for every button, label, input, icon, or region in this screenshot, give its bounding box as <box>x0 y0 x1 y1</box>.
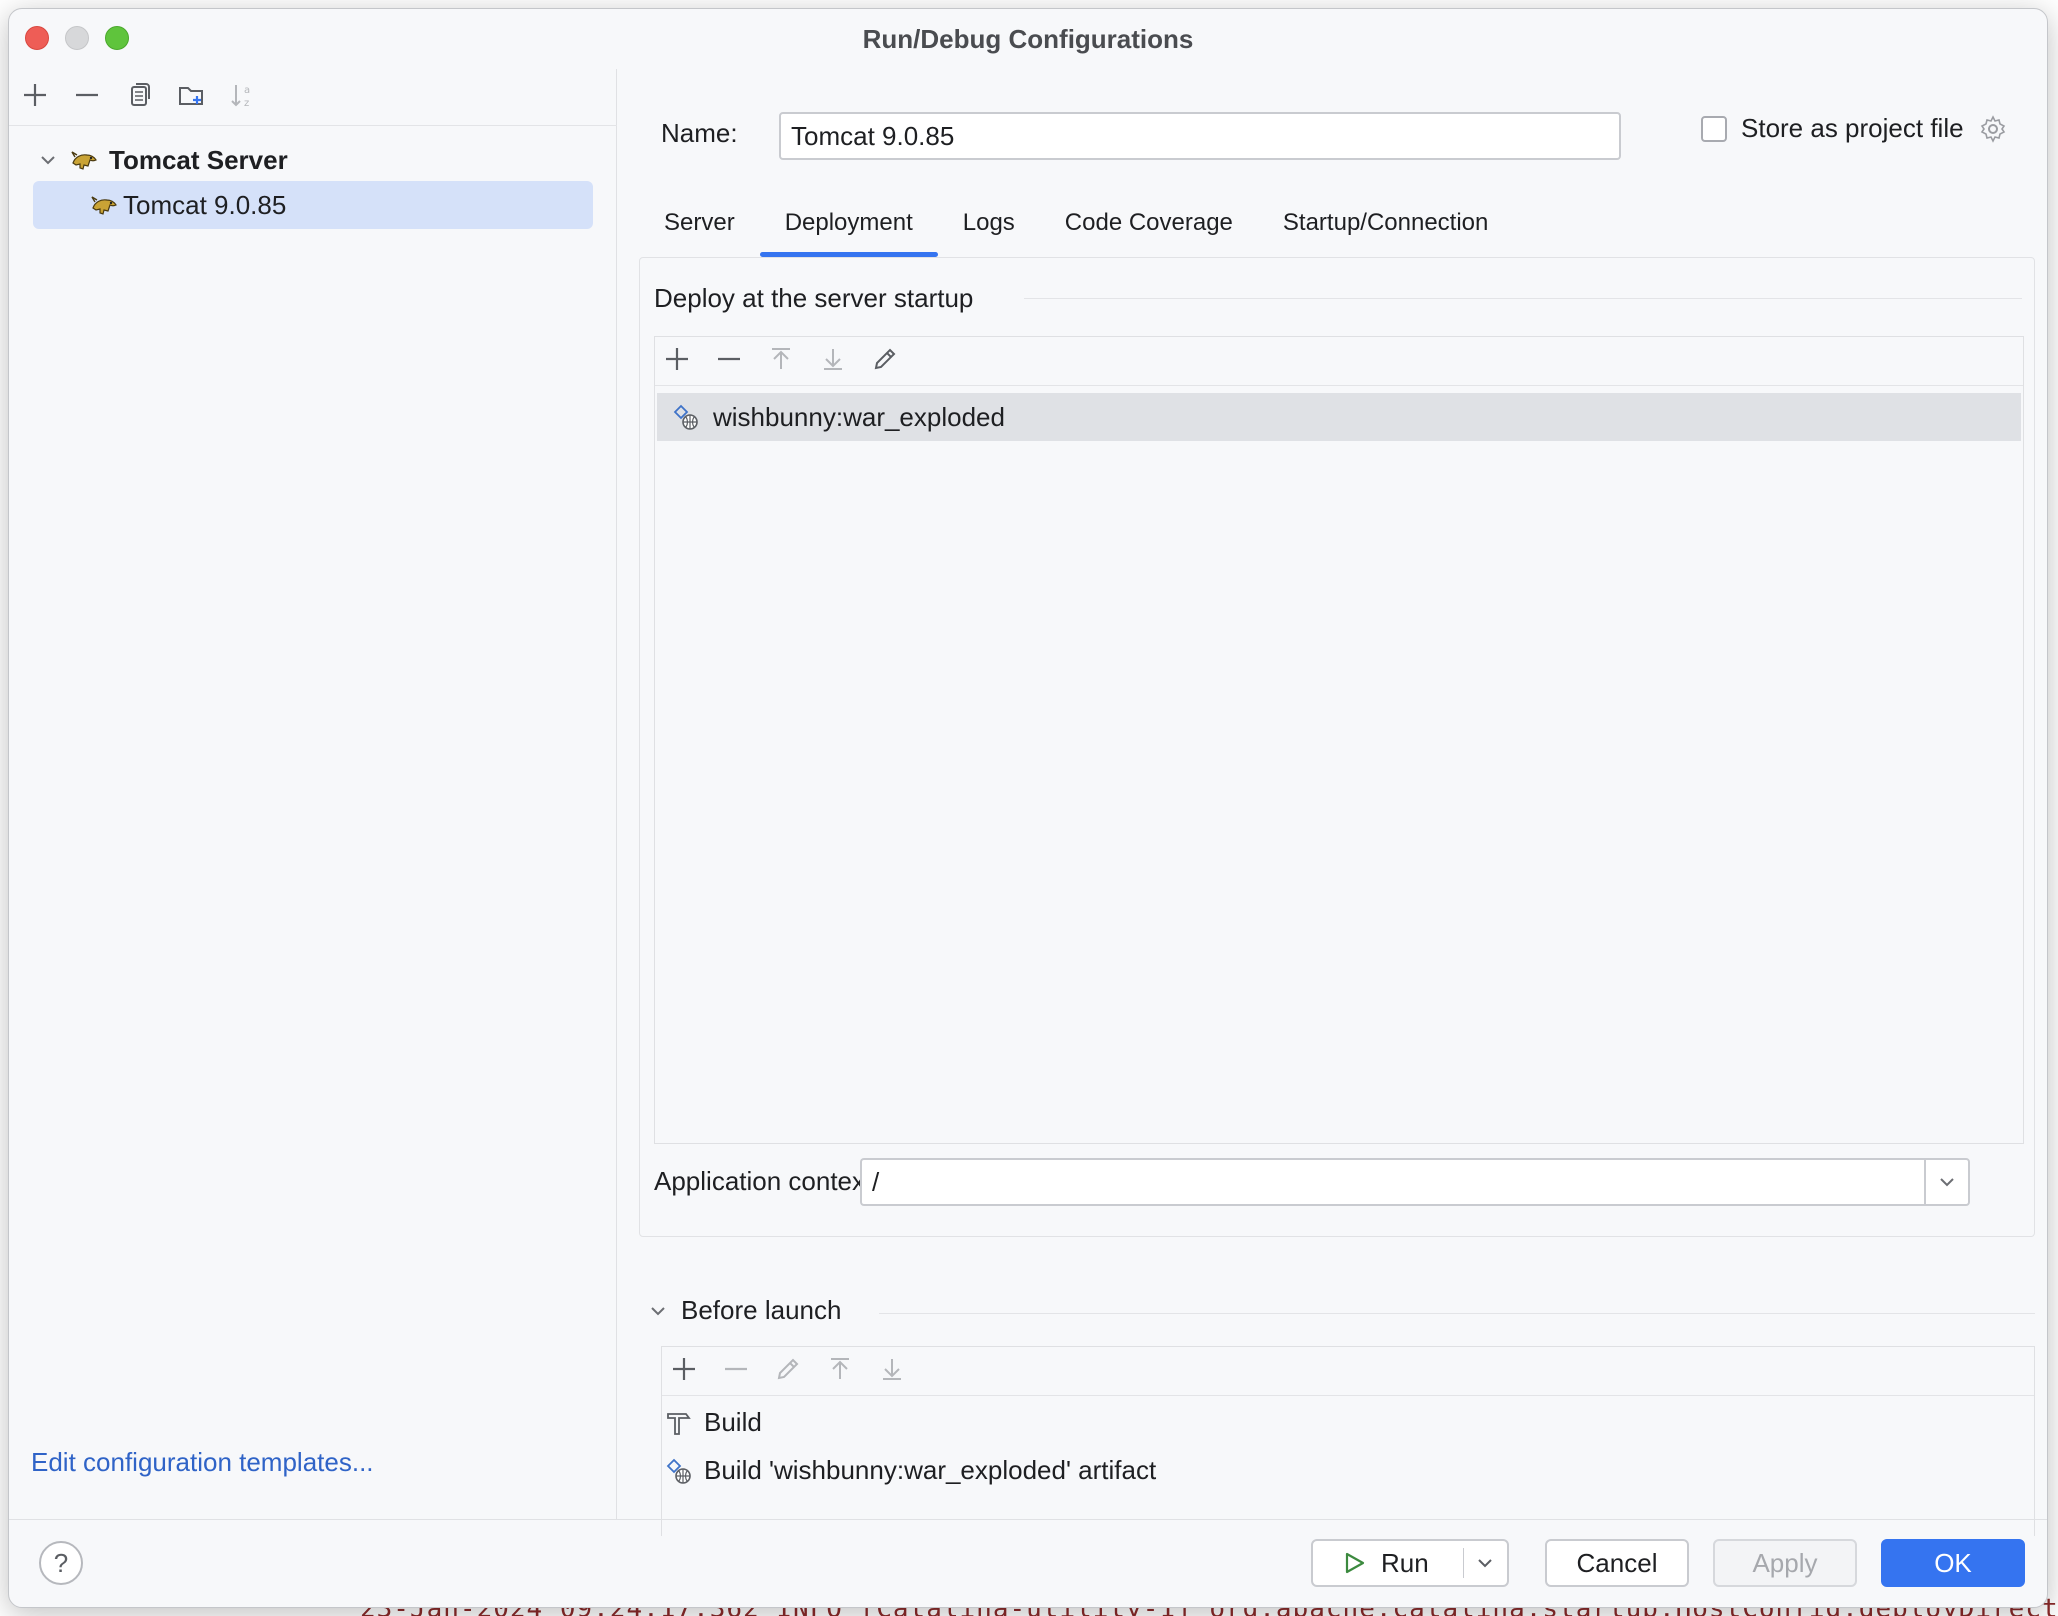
window-controls <box>25 26 129 50</box>
app-context-label: Application context: <box>654 1166 880 1196</box>
deployment-item-label: wishbunny:war_exploded <box>713 401 1005 432</box>
move-up-icon[interactable] <box>765 343 797 375</box>
add-icon[interactable] <box>668 1353 700 1385</box>
title-bar: Run/Debug Configurations <box>9 9 2047 69</box>
before-launch-list: Build Build 'wishbunny:war_exploded' art… <box>661 1346 2035 1536</box>
new-folder-icon[interactable] <box>175 79 207 111</box>
footer-divider <box>9 1519 2047 1520</box>
deployment-item[interactable]: wishbunny:war_exploded <box>657 393 2021 441</box>
tree-group-label: Tomcat Server <box>109 144 288 175</box>
run-main-button[interactable]: Run <box>1313 1541 1463 1585</box>
store-as-project-checkbox[interactable] <box>1701 115 1727 142</box>
tab-startup-connection[interactable]: Startup/Connection <box>1258 189 1513 257</box>
chevron-down-icon[interactable] <box>37 149 59 171</box>
tab-server[interactable]: Server <box>639 189 760 257</box>
before-launch-title: Before launch <box>681 1295 842 1325</box>
maximize-window-button[interactable] <box>105 26 129 50</box>
sidebar-toolbar: az <box>19 79 259 111</box>
remove-icon[interactable] <box>71 79 103 111</box>
edit-icon[interactable] <box>772 1353 804 1385</box>
apply-button[interactable]: Apply <box>1713 1539 1857 1587</box>
section-divider <box>1024 298 2022 299</box>
tomcat-icon <box>71 151 97 170</box>
tomcat-icon <box>91 196 117 215</box>
hammer-icon <box>667 1412 691 1435</box>
run-dropdown-button[interactable] <box>1464 1552 1507 1574</box>
copy-icon[interactable] <box>123 79 155 111</box>
store-as-project-file[interactable]: Store as project file <box>1701 113 2008 144</box>
store-as-project-label: Store as project file <box>1741 113 1964 143</box>
run-button[interactable]: Run <box>1311 1539 1509 1587</box>
play-icon <box>1345 1552 1365 1574</box>
run-label: Run <box>1381 1547 1429 1578</box>
list-divider <box>662 1395 2034 1396</box>
artifact-icon <box>666 1458 691 1484</box>
add-icon[interactable] <box>661 343 693 375</box>
gear-icon[interactable] <box>1978 114 2008 144</box>
deploy-section-title: Deploy at the server startup <box>654 283 974 313</box>
name-label: Name: <box>661 118 738 148</box>
configurations-sidebar: az Tomcat Server Tomcat 9.0.85 Edit conf… <box>9 69 617 1519</box>
before-launch-item-build[interactable]: Build <box>664 1407 762 1438</box>
svg-text:z: z <box>244 98 249 109</box>
deployment-list: wishbunny:war_exploded <box>654 336 2024 1144</box>
edit-templates-link[interactable]: Edit configuration templates... <box>31 1447 374 1478</box>
run-debug-dialog: Run/Debug Configurations az Tomcat Serve… <box>8 8 2048 1608</box>
add-icon[interactable] <box>19 79 51 111</box>
edit-icon[interactable] <box>869 343 901 375</box>
svg-text:a: a <box>244 85 250 96</box>
artifact-icon <box>673 404 698 430</box>
name-input[interactable] <box>779 112 1621 160</box>
tree-group-tomcat-server[interactable]: Tomcat Server <box>37 139 288 181</box>
tree-item-label: Tomcat 9.0.85 <box>123 189 287 220</box>
before-launch-item-artifact[interactable]: Build 'wishbunny:war_exploded' artifact <box>664 1455 1156 1486</box>
list-divider <box>655 385 2023 386</box>
chevron-down-icon <box>1478 1559 1493 1568</box>
before-launch-divider <box>879 1313 2035 1314</box>
move-up-icon[interactable] <box>824 1353 856 1385</box>
sidebar-divider <box>9 125 617 126</box>
close-window-button[interactable] <box>25 26 49 50</box>
before-launch-toggle[interactable]: Before launch <box>647 1295 841 1326</box>
move-down-icon[interactable] <box>876 1353 908 1385</box>
help-button[interactable]: ? <box>39 1541 83 1585</box>
remove-icon[interactable] <box>713 343 745 375</box>
remove-icon[interactable] <box>720 1353 752 1385</box>
config-tabs: Server Deployment Logs Code Coverage Sta… <box>639 189 1513 257</box>
minimize-window-button[interactable] <box>65 26 89 50</box>
deployment-panel: Deploy at the server startup wishbunny:w… <box>639 257 2035 1237</box>
before-launch-item-label: Build 'wishbunny:war_exploded' artifact <box>704 1455 1157 1485</box>
before-launch-item-label: Build <box>704 1407 762 1437</box>
chevron-down-icon <box>1940 1178 1954 1187</box>
configuration-editor: Name: Store as project file Server Deplo… <box>617 69 2047 1536</box>
chevron-down-icon <box>651 1306 665 1315</box>
deployment-list-toolbar <box>661 343 901 375</box>
sort-alpha-icon[interactable]: az <box>227 79 259 111</box>
app-context-dropdown[interactable] <box>1924 1158 1970 1206</box>
move-down-icon[interactable] <box>817 343 849 375</box>
tree-item-tomcat-9-0-85[interactable]: Tomcat 9.0.85 <box>33 181 593 229</box>
app-context-input[interactable]: / <box>860 1158 1924 1206</box>
tab-logs[interactable]: Logs <box>938 189 1040 257</box>
ok-button[interactable]: OK <box>1881 1539 2025 1587</box>
tab-deployment[interactable]: Deployment <box>759 189 938 257</box>
before-launch-toolbar <box>668 1353 908 1385</box>
window-title: Run/Debug Configurations <box>862 23 1194 54</box>
tab-code-coverage[interactable]: Code Coverage <box>1040 189 1258 257</box>
cancel-button[interactable]: Cancel <box>1545 1539 1689 1587</box>
